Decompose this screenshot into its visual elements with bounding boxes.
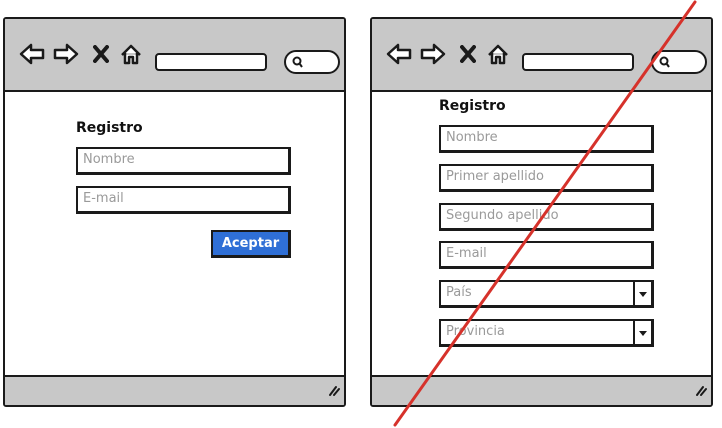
name-field[interactable]: Nombre xyxy=(439,125,654,153)
form-title: Registro xyxy=(439,98,506,114)
province-select-label: Provincia xyxy=(446,324,505,339)
second-surname-field[interactable]: Segundo apellido xyxy=(439,203,654,231)
form-title: Registro xyxy=(76,120,143,136)
search-box[interactable] xyxy=(651,50,707,74)
country-select[interactable]: País xyxy=(439,280,654,308)
close-icon[interactable] xyxy=(460,45,476,67)
accept-button[interactable]: Aceptar xyxy=(211,230,291,258)
dropdown-button[interactable] xyxy=(633,321,651,344)
search-box[interactable] xyxy=(284,50,340,74)
close-icon[interactable] xyxy=(93,45,109,67)
back-arrow-icon[interactable] xyxy=(386,43,412,69)
status-bar xyxy=(372,375,711,405)
address-bar[interactable] xyxy=(155,53,267,71)
browser-toolbar xyxy=(5,19,344,92)
forward-arrow-icon[interactable] xyxy=(420,43,446,69)
browser-window-simple: Registro Nombre E-mail Aceptar xyxy=(3,17,346,407)
dropdown-button[interactable] xyxy=(633,282,651,305)
chevron-down-icon xyxy=(639,292,647,297)
browser-window-extended: Registro Nombre Primer apellido Segundo … xyxy=(370,17,713,407)
home-icon[interactable] xyxy=(486,43,510,69)
address-bar[interactable] xyxy=(522,53,634,71)
status-bar xyxy=(5,375,344,405)
home-icon[interactable] xyxy=(119,43,143,69)
forward-arrow-icon[interactable] xyxy=(53,43,79,69)
first-surname-field[interactable]: Primer apellido xyxy=(439,164,654,192)
resize-grip-icon[interactable] xyxy=(326,382,340,401)
browser-toolbar xyxy=(372,19,711,92)
resize-grip-icon[interactable] xyxy=(693,382,707,401)
name-field[interactable]: Nombre xyxy=(76,147,291,175)
province-select[interactable]: Provincia xyxy=(439,319,654,347)
search-icon xyxy=(659,55,671,74)
chevron-down-icon xyxy=(639,331,647,336)
email-field[interactable]: E-mail xyxy=(439,241,654,269)
country-select-label: País xyxy=(446,285,472,300)
email-field[interactable]: E-mail xyxy=(76,186,291,214)
search-icon xyxy=(292,55,304,74)
back-arrow-icon[interactable] xyxy=(19,43,45,69)
